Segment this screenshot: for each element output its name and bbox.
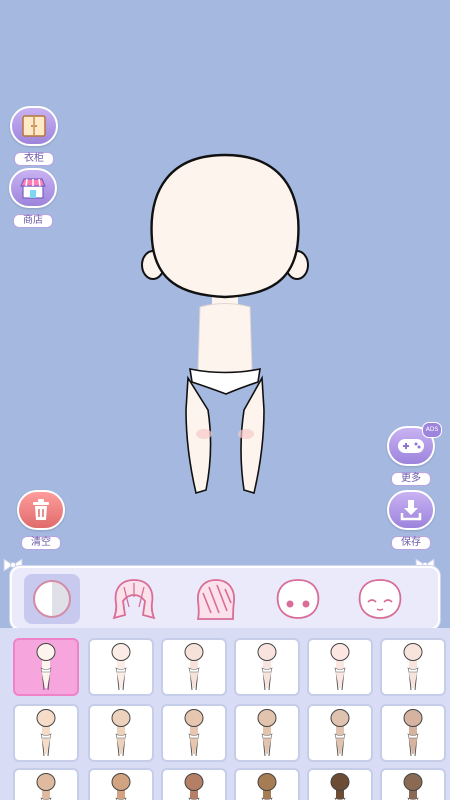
skin-option[interactable] [13, 768, 79, 800]
trash-icon [17, 490, 65, 530]
mini-figure-icon [184, 773, 204, 800]
mini-figure-icon [184, 643, 204, 691]
skin-option[interactable] [234, 638, 300, 696]
tab-back-hair[interactable] [106, 574, 162, 624]
mini-figure-icon [403, 643, 423, 691]
more-label: 更多 [391, 472, 431, 486]
mini-figure-icon [36, 709, 56, 757]
clear-button[interactable]: 清空 [14, 490, 68, 550]
skin-option[interactable] [234, 768, 300, 800]
skin-option[interactable] [307, 768, 373, 800]
tab-eyes[interactable] [270, 574, 326, 624]
save-button[interactable]: 保存 [384, 490, 438, 550]
tab-front-hair[interactable] [188, 574, 244, 624]
character-figure [141, 153, 309, 495]
mini-figure-icon [184, 709, 204, 757]
skin-option[interactable] [161, 638, 227, 696]
download-icon [387, 490, 435, 530]
mini-figure-icon [36, 643, 56, 691]
mini-figure-icon [330, 643, 350, 691]
skin-option[interactable] [88, 638, 154, 696]
option-grid [0, 628, 450, 800]
skin-option[interactable] [88, 704, 154, 762]
mini-figure-icon [111, 643, 131, 691]
mini-figure-icon [257, 773, 277, 800]
save-label: 保存 [391, 536, 431, 550]
skin-option[interactable] [13, 638, 79, 696]
back-hair-icon [112, 579, 156, 620]
mini-figure-icon [257, 643, 277, 691]
skin-option[interactable] [161, 704, 227, 762]
mini-figure-icon [403, 709, 423, 757]
wardrobe-icon [10, 106, 58, 146]
face-expression-icon [358, 579, 402, 619]
tab-skin[interactable] [24, 574, 80, 624]
mini-figure-icon [403, 773, 423, 800]
category-tab-bar [10, 566, 440, 630]
ads-badge: ADS [422, 422, 442, 438]
more-games-button[interactable]: ADS 更多 [384, 422, 442, 486]
mini-figure-icon [111, 773, 131, 800]
mini-figure-icon [330, 773, 350, 800]
mini-figure-icon [36, 773, 56, 800]
shop-icon [9, 168, 57, 208]
skin-option[interactable] [88, 768, 154, 800]
shop-label: 商店 [13, 214, 53, 228]
skin-option[interactable] [234, 704, 300, 762]
shop-button[interactable]: 商店 [6, 168, 60, 228]
mini-figure-icon [257, 709, 277, 757]
skin-option[interactable] [307, 704, 373, 762]
clear-label: 清空 [21, 536, 61, 550]
skin-option[interactable] [307, 638, 373, 696]
skin-option[interactable] [380, 768, 446, 800]
mini-figure-icon [330, 709, 350, 757]
mini-figure-icon [111, 709, 131, 757]
front-hair-icon [196, 579, 235, 620]
skin-option[interactable] [380, 638, 446, 696]
skin-option[interactable] [380, 704, 446, 762]
tab-expression[interactable] [352, 574, 408, 624]
wardrobe-button[interactable]: 衣柜 [7, 106, 61, 166]
skin-tone-icon [33, 580, 71, 618]
face-eyes-icon [276, 579, 320, 619]
skin-option[interactable] [13, 704, 79, 762]
wardrobe-label: 衣柜 [14, 152, 54, 166]
skin-option[interactable] [161, 768, 227, 800]
